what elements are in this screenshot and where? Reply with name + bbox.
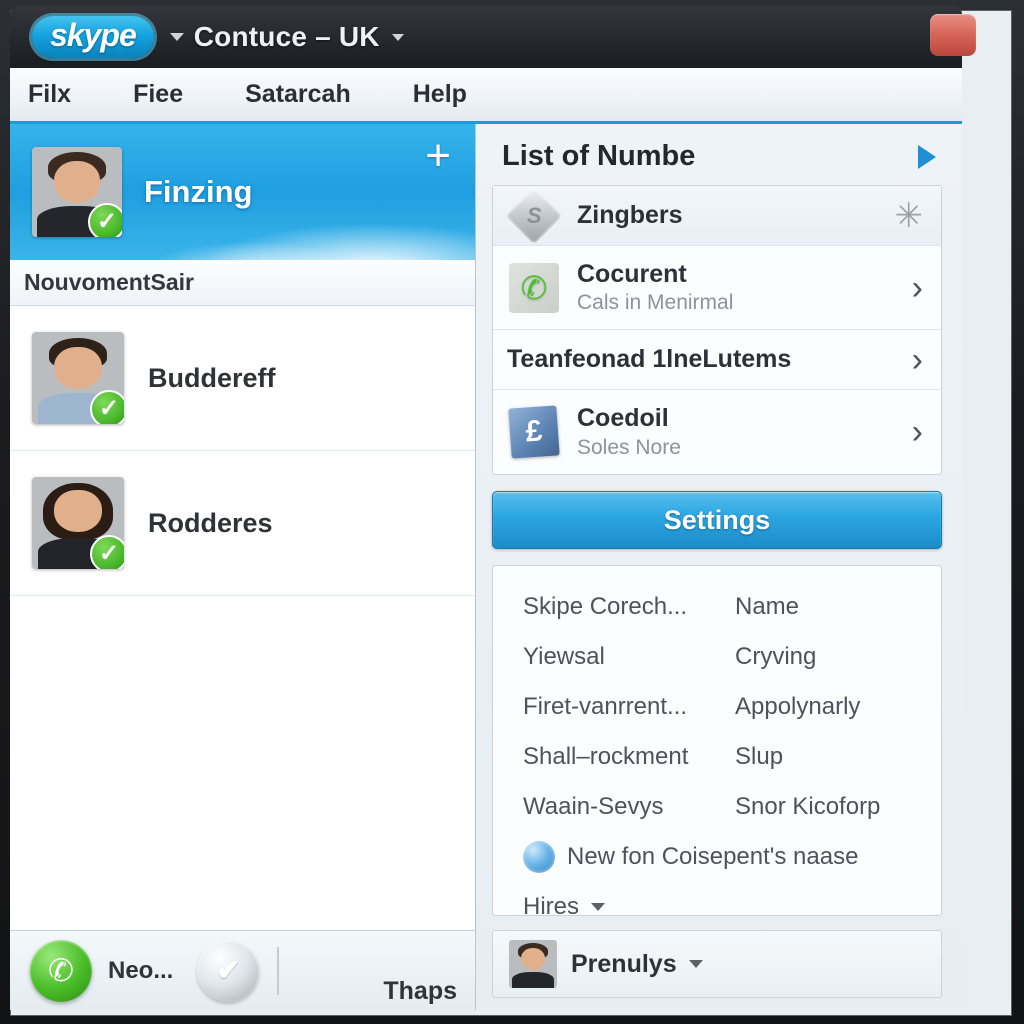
skype-logo: skype (32, 16, 154, 58)
close-icon[interactable] (930, 14, 976, 56)
nav-item-sublabel: Soles Nore (577, 435, 681, 459)
check-icon-button[interactable]: ✔ (197, 939, 260, 1002)
list-item[interactable]: Firet-vanrrent... Appolynarly (523, 682, 919, 732)
globe-icon (523, 841, 555, 874)
nav-item-zingbers[interactable]: S Zingbers ✳ (493, 186, 941, 246)
status-text[interactable]: Neo... (108, 957, 173, 985)
green-phone-icon: ✆ (507, 261, 561, 315)
chevron-right-icon[interactable]: › (912, 343, 923, 377)
info-col-a: Yiewsal (523, 643, 605, 671)
presence-online-icon: ✓ (90, 535, 124, 569)
profile-name: Finzing (144, 174, 253, 209)
contacts-empty-space (10, 596, 475, 930)
profile-caret-down-icon[interactable] (169, 33, 184, 41)
menu-bar: Filx Fiee Satarcah Help (10, 68, 962, 124)
menu-item-view[interactable]: Fiee (133, 80, 183, 109)
avatar: ✓ (32, 332, 124, 424)
info-col-b: Name (735, 593, 800, 621)
avatar: ✓ (32, 477, 124, 569)
avatar: ✓ (32, 147, 122, 237)
info-col-b: Appolynarly (735, 693, 861, 721)
pound-voucher-icon: £ (507, 405, 561, 459)
info-col-a: Skipe Corech... (523, 593, 688, 621)
pound-voucher-icon-glyph: £ (508, 405, 560, 459)
sidebar-status-bar: ✆ Neo... ✔ Thaps (10, 930, 475, 1010)
info-col-a: Shall–rockment (523, 743, 689, 771)
contact-name: Buddereff (148, 362, 276, 393)
info-col-b: Slup (735, 743, 784, 771)
info-col-b: Cryving (735, 643, 817, 671)
hires-dropdown[interactable]: Hires (523, 882, 919, 917)
sunburst-icon[interactable]: ✳ (895, 199, 924, 233)
caret-down-icon[interactable] (688, 960, 703, 969)
avatar (509, 940, 557, 989)
nav-item-cocurent[interactable]: ✆ Cocurent Cals in Menirmal › (493, 246, 941, 330)
diamond-s-icon: S (505, 187, 563, 244)
menu-item-help[interactable]: Help (413, 80, 467, 109)
contacts-sidebar: ✓ Finzing + NouvomentSair ✓ Buddereff ✓ … (10, 124, 476, 1010)
nav-item-label: Zingbers (577, 201, 683, 230)
contact-name: Rodderes (148, 507, 273, 538)
window-title: Contuce – UK (193, 21, 380, 52)
details-panel: List of Numbe S Zingbers ✳ ✆ Cocurent Ca… (476, 124, 962, 1010)
details-status-bar[interactable]: Prenulys (492, 930, 942, 998)
title-bar: skype Contuce – UK (10, 6, 976, 68)
info-list: Skipe Corech... Name Yiewsal Cryving Fir… (492, 565, 942, 917)
main-body: ✓ Finzing + NouvomentSair ✓ Buddereff ✓ … (10, 124, 962, 1010)
presence-online-icon: ✓ (88, 203, 122, 237)
page-title: List of Numbe (502, 140, 696, 172)
diamond-s-icon-glyph: S (526, 202, 542, 228)
list-item[interactable]: ✓ Rodderes (10, 451, 475, 596)
list-item[interactable]: Waain-Sevys Snor Kicoforp (523, 782, 919, 832)
nav-item-coedoil[interactable]: £ Coedoil Soles Nore › (493, 390, 941, 474)
info-col-b: Snor Kicoforp (735, 793, 881, 821)
settings-button[interactable]: Settings (492, 491, 942, 550)
menu-item-search[interactable]: Satarcah (245, 80, 351, 109)
divider (277, 946, 280, 995)
nav-list: S Zingbers ✳ ✆ Cocurent Cals in Menirmal (492, 185, 942, 475)
taps-label[interactable]: Thaps (383, 977, 457, 1010)
info-col-a: Firet-vanrrent... (523, 693, 688, 721)
contact-group-header[interactable]: NouvomentSair (10, 260, 475, 306)
list-item[interactable]: Shall–rockment Slup (523, 732, 919, 782)
nav-item-teanfeonad[interactable]: Teanfeonad 1lneLutems › (493, 330, 941, 390)
chevron-right-icon[interactable]: › (912, 271, 923, 305)
caret-down-icon[interactable] (591, 903, 606, 912)
nav-item-label: Teanfeonad 1lneLutems (507, 345, 792, 374)
menu-item-file[interactable]: Filx (28, 80, 71, 109)
add-contact-icon[interactable]: + (425, 134, 451, 178)
hires-label: Hires (523, 893, 580, 917)
account-label: Prenulys (571, 949, 677, 978)
list-item[interactable]: Skipe Corech... Name (523, 582, 919, 632)
list-item[interactable]: ✓ Buddereff (10, 306, 475, 451)
promo-label: New fon Coisepent's naase (567, 843, 859, 871)
green-phone-icon-glyph: ✆ (509, 262, 559, 313)
panel-title-row: List of Numbe (492, 138, 942, 185)
nav-item-label: Cocurent (577, 259, 687, 288)
nav-item-label: Coedoil (577, 404, 669, 433)
call-button[interactable]: ✆ (30, 939, 92, 1002)
chevron-right-icon[interactable]: › (912, 415, 923, 449)
window-frame: skype Contuce – UK Filx Fiee Satarcah He… (0, 0, 1024, 1024)
promo-row[interactable]: New fon Coisepent's naase (523, 832, 919, 882)
info-col-a: Waain-Sevys (523, 793, 664, 821)
nav-item-sublabel: Cals in Menirmal (577, 291, 734, 315)
list-item[interactable]: Yiewsal Cryving (523, 632, 919, 682)
profile-header[interactable]: ✓ Finzing + (10, 124, 475, 260)
presence-online-icon: ✓ (90, 390, 124, 424)
title-caret-down-icon[interactable] (391, 33, 404, 41)
triangle-right-icon[interactable] (918, 144, 936, 169)
